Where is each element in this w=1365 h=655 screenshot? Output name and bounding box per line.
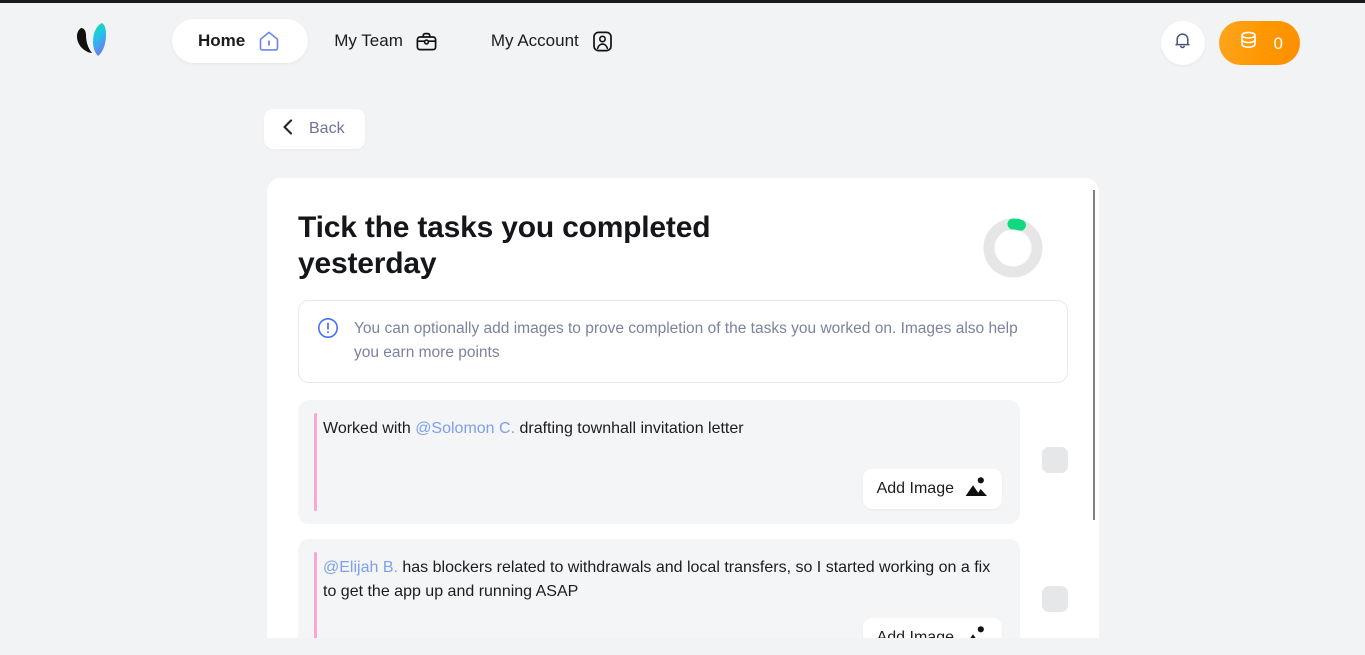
image-icon [964, 625, 988, 638]
top-chrome-strip [0, 0, 1365, 3]
task-item: @Elijah B. has blockers related to withd… [298, 539, 1020, 638]
house-icon [256, 28, 282, 54]
back-button[interactable]: Back [264, 109, 365, 149]
task-checkbox[interactable] [1042, 586, 1068, 613]
main-nav: Home My Team My Account [172, 19, 641, 63]
header-actions: 0 [1160, 21, 1300, 65]
add-image-button-label: Add Image [876, 480, 954, 498]
user-badge-icon [590, 29, 615, 54]
app-header: Home My Team My Account 0 [0, 3, 1365, 82]
vibe-logo[interactable] [72, 15, 112, 61]
progress-ring [982, 217, 1044, 279]
card-header: Tick the tasks you completed yesterday [298, 210, 1068, 282]
briefcase-icon [414, 29, 439, 54]
task-row: @Elijah B. has blockers related to withd… [298, 539, 1068, 638]
chevron-left-icon [280, 118, 296, 141]
mention-elijah-b[interactable]: @Elijah B. [323, 559, 398, 576]
notifications-button[interactable] [1160, 21, 1205, 65]
task-text-part: Worked with [323, 420, 416, 438]
task-list: Worked with @Solomon C. drafting townhal… [298, 400, 1068, 638]
coins-icon [1236, 28, 1261, 58]
nav-item-my-account[interactable]: My Account [465, 19, 641, 63]
add-image-button-label: Add Image [876, 629, 954, 638]
nav-item-my-account-label: My Account [490, 31, 579, 50]
info-banner-text: You can optionally add images to prove c… [354, 320, 1018, 362]
back-button-label: Back [309, 120, 345, 137]
points-badge[interactable]: 0 [1218, 21, 1300, 65]
info-banner: You can optionally add images to prove c… [298, 300, 1068, 384]
task-text-part: has blockers related to withdrawals and … [323, 559, 991, 601]
task-row: Worked with @Solomon C. drafting townhal… [298, 400, 1068, 525]
bell-icon [1171, 29, 1194, 57]
mention-solomon-c[interactable]: @Solomon C. [415, 420, 515, 437]
task-accent-bar [314, 552, 317, 638]
task-accent-bar [314, 413, 317, 512]
task-item: Worked with @Solomon C. drafting townhal… [298, 400, 1020, 525]
add-image-button[interactable]: Add Image [862, 618, 1002, 638]
add-image-button[interactable]: Add Image [862, 469, 1002, 510]
nav-item-my-team-label: My Team [334, 31, 403, 50]
nav-item-home-label: Home [198, 31, 246, 50]
points-value: 0 [1273, 33, 1283, 53]
page-title: Tick the tasks you completed yesterday [298, 211, 711, 280]
nav-item-my-team[interactable]: My Team [308, 19, 465, 63]
task-text: Worked with @Solomon C. drafting townhal… [323, 417, 1002, 441]
task-text: @Elijah B. has blockers related to withd… [323, 556, 1002, 604]
task-card-panel: Tick the tasks you completed yesterday Y… [267, 178, 1099, 638]
info-circle-icon [317, 317, 339, 344]
task-actions: Add Image [312, 604, 1002, 638]
nav-item-home[interactable]: Home [172, 19, 309, 63]
task-text-part: drafting townhall invitation letter [515, 420, 744, 438]
task-checkbox[interactable] [1042, 447, 1068, 474]
task-actions: Add Image [312, 455, 1002, 510]
image-icon [964, 476, 988, 502]
